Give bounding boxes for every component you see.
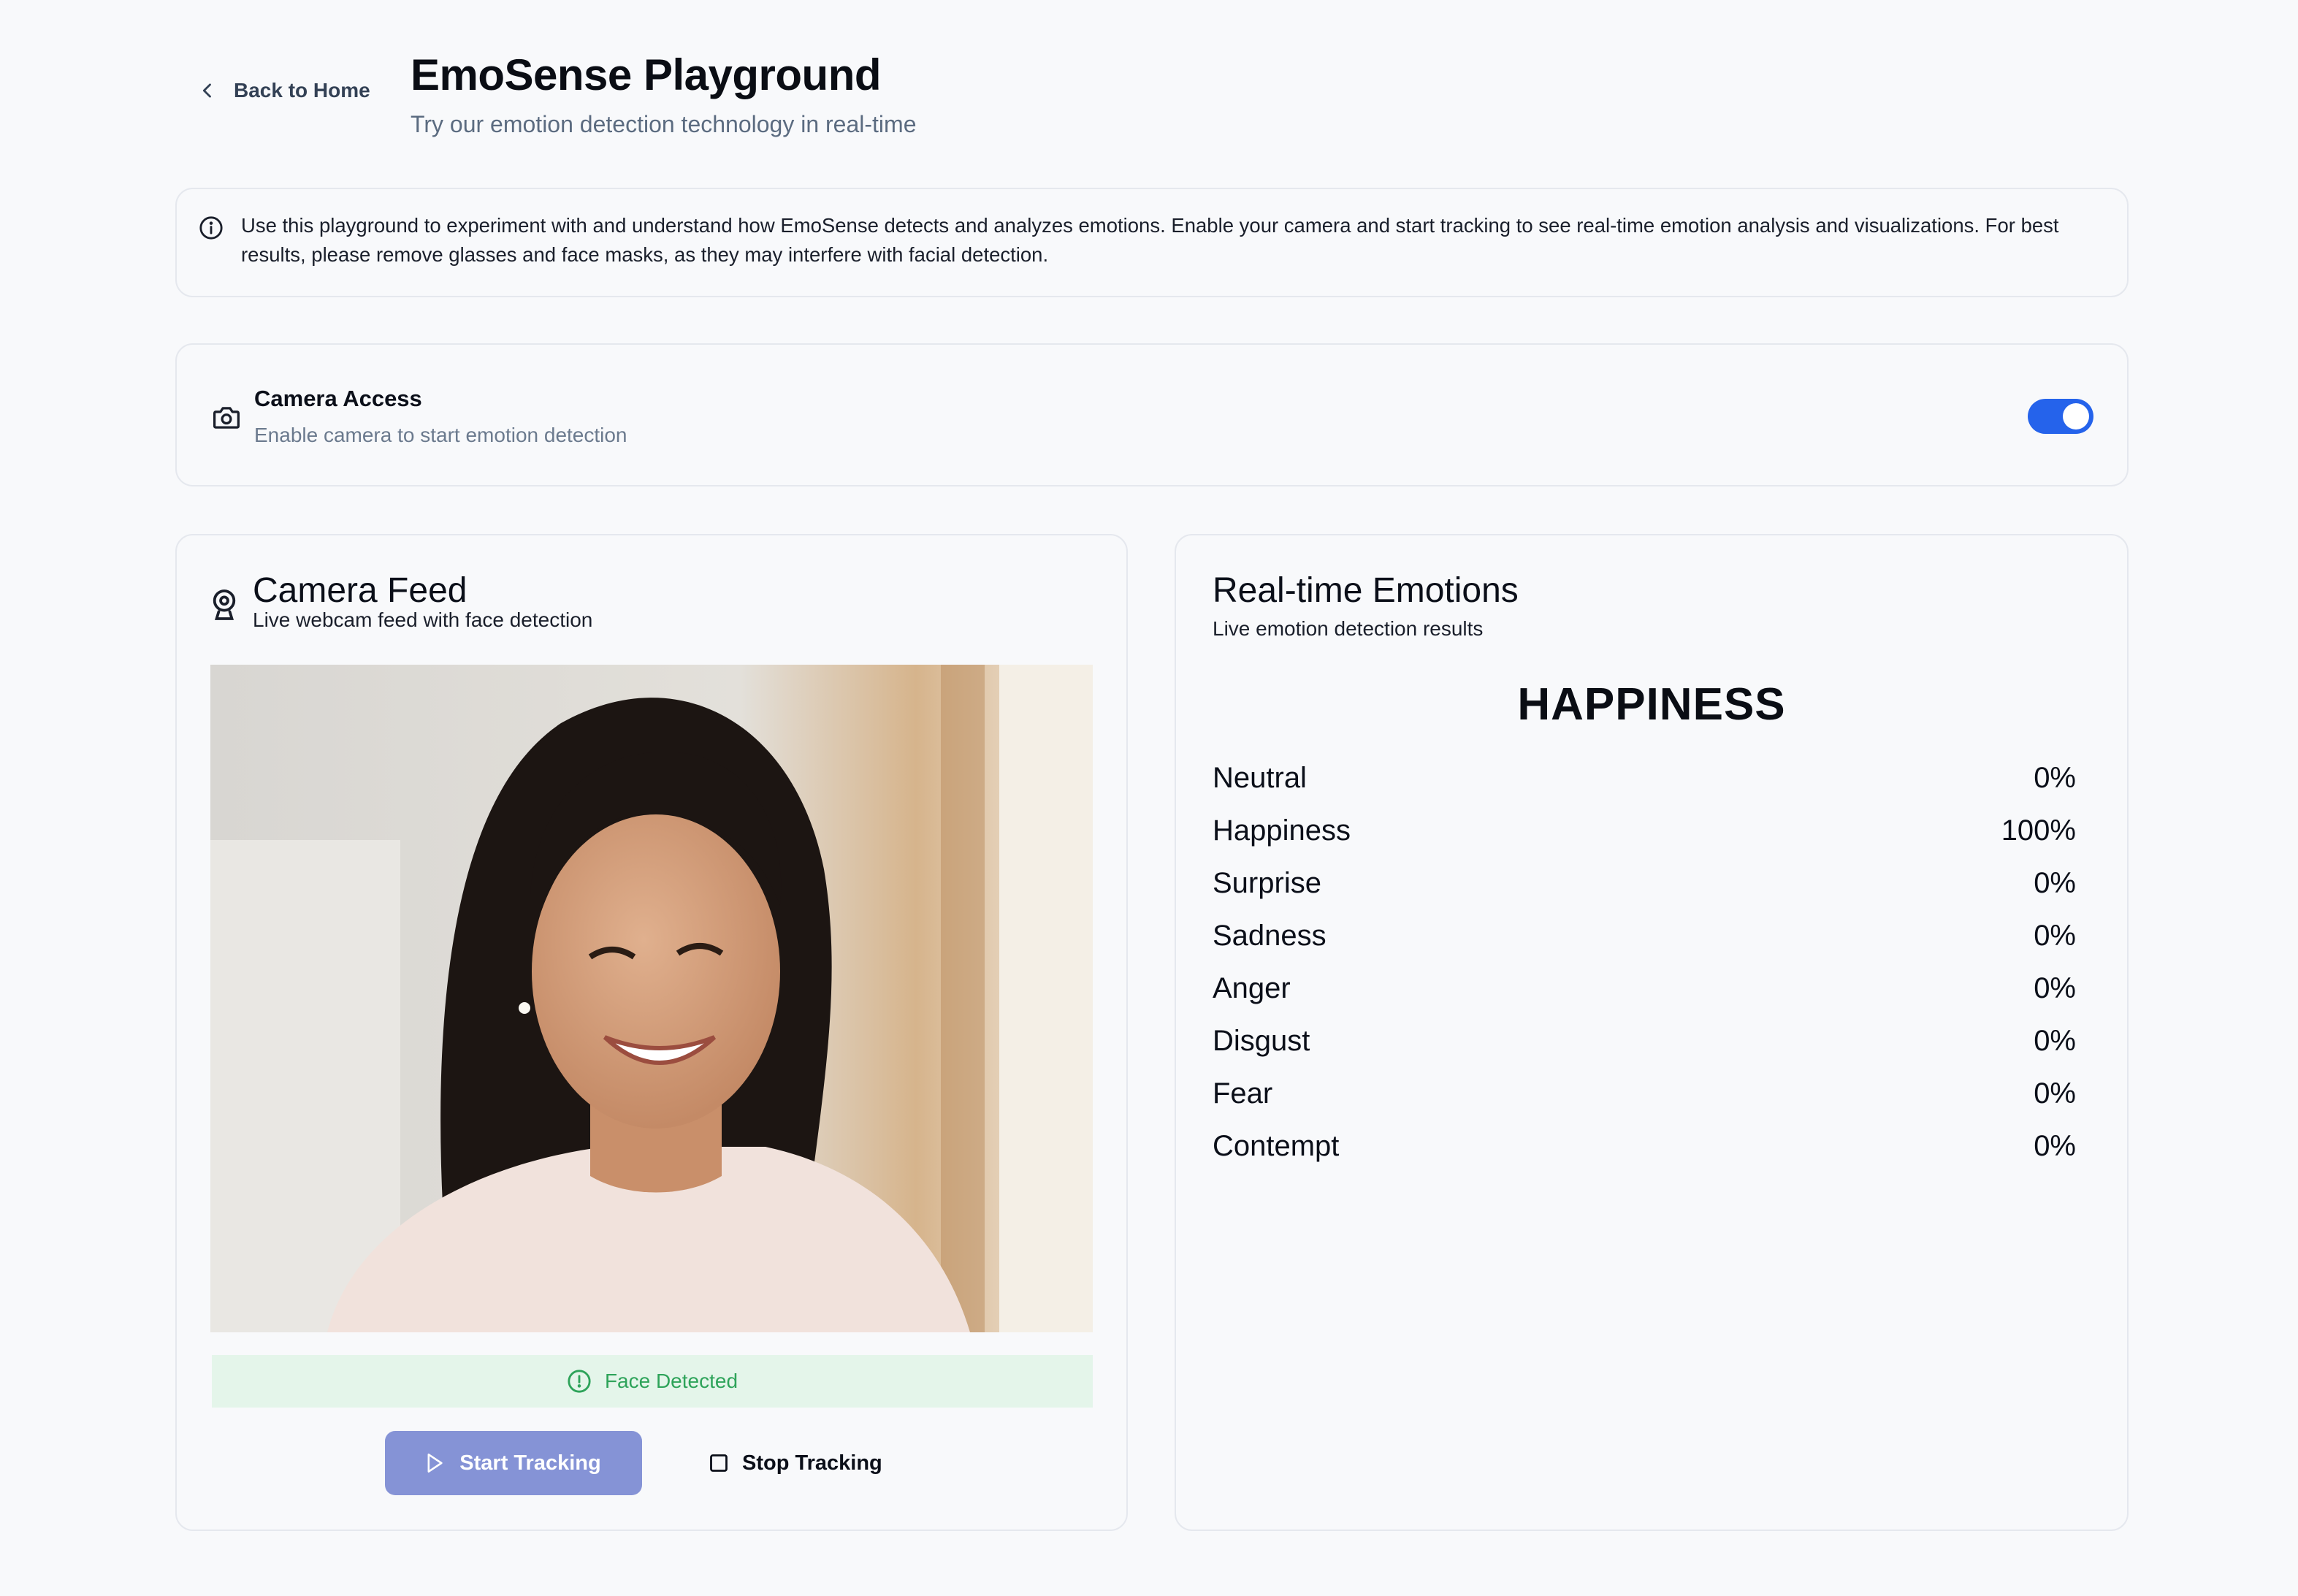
emotion-name: Disgust — [1213, 1024, 1310, 1057]
emotion-row: Fear 0% — [1213, 1067, 2076, 1120]
info-banner-text: Use this playground to experiment with a… — [241, 214, 2059, 266]
playground-page: Back to Home EmoSense Playground Try our… — [0, 0, 2298, 1596]
square-icon — [710, 1454, 728, 1472]
emotion-row: Happiness 100% — [1213, 804, 2076, 857]
alert-circle-icon — [568, 1370, 591, 1393]
realtime-emotions-card: Real-time Emotions Live emotion detectio… — [1175, 534, 2129, 1531]
emotion-row: Disgust 0% — [1213, 1015, 2076, 1067]
stop-tracking-button[interactable]: Stop Tracking — [709, 1431, 898, 1495]
camera-feed-title: Camera Feed — [253, 571, 467, 610]
emotion-row: Neutral 0% — [1213, 752, 2076, 804]
back-to-home-link[interactable]: Back to Home — [197, 79, 370, 102]
camera-access-subtitle: Enable camera to start emotion detection — [254, 424, 627, 446]
emotion-value: 0% — [2034, 1077, 2076, 1110]
emotion-row: Sadness 0% — [1213, 909, 2076, 962]
emotion-row: Surprise 0% — [1213, 857, 2076, 909]
chevron-left-icon — [202, 83, 211, 98]
emotion-name: Fear — [1213, 1077, 1273, 1110]
webcam-icon — [213, 589, 236, 620]
camera-access-toggle[interactable] — [2028, 399, 2093, 434]
emotion-row: Contempt 0% — [1213, 1120, 2076, 1172]
info-banner: Use this playground to experiment with a… — [175, 188, 2129, 297]
emotion-row: Anger 0% — [1213, 962, 2076, 1015]
emotion-name: Sadness — [1213, 919, 1326, 952]
emotion-name: Anger — [1213, 971, 1291, 1004]
camera-icon — [213, 407, 240, 429]
face-detected-label: Face Detected — [604, 1370, 738, 1392]
emotion-value: 0% — [2034, 761, 2076, 794]
emotion-name: Contempt — [1213, 1129, 1340, 1162]
info-icon — [199, 216, 223, 240]
emotion-value: 100% — [2001, 814, 2076, 847]
toggle-knob — [2063, 403, 2089, 429]
camera-feed-card: Camera Feed Live webcam feed with face d… — [175, 534, 1128, 1531]
start-tracking-label: Start Tracking — [459, 1451, 601, 1475]
emotion-value: 0% — [2034, 919, 2076, 952]
emotion-value: 0% — [2034, 1024, 2076, 1057]
play-icon — [427, 1454, 443, 1473]
emotion-name: Happiness — [1213, 814, 1351, 847]
webcam-video — [210, 665, 1093, 1332]
camera-access-card: Camera Access Enable camera to start emo… — [175, 343, 2129, 486]
stop-tracking-label: Stop Tracking — [742, 1451, 882, 1475]
emotions-subtitle: Live emotion detection results — [1213, 617, 1484, 640]
emotion-name: Neutral — [1213, 761, 1307, 794]
back-to-home-label: Back to Home — [234, 79, 370, 102]
page-subtitle: Try our emotion detection technology in … — [411, 111, 917, 137]
start-tracking-button[interactable]: Start Tracking — [385, 1431, 642, 1495]
emotion-name: Surprise — [1213, 866, 1321, 899]
emotion-value: 0% — [2034, 971, 2076, 1004]
camera-feed-subtitle: Live webcam feed with face detection — [253, 608, 593, 631]
emotion-value: 0% — [2034, 1129, 2076, 1162]
dominant-emotion: HAPPINESS — [1517, 679, 1786, 730]
face-detected-status: Face Detected — [212, 1355, 1093, 1408]
page-title: EmoSense Playground — [411, 50, 882, 99]
emotion-value: 0% — [2034, 866, 2076, 899]
emotion-list: Neutral 0% Happiness 100% Surprise 0% Sa… — [1213, 752, 2076, 1172]
webcam-frame-image — [210, 665, 1093, 1332]
emotions-title: Real-time Emotions — [1213, 571, 1519, 610]
camera-access-title: Camera Access — [254, 386, 422, 411]
